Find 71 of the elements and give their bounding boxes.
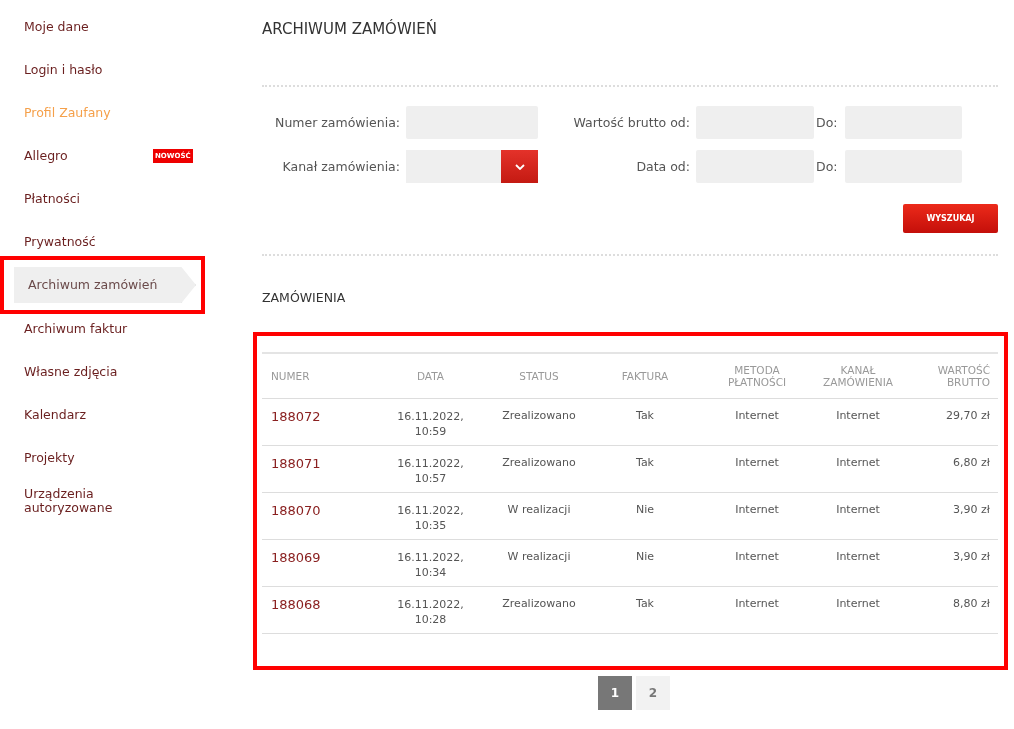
sidebar-item[interactable]: Allegro <box>0 148 154 163</box>
table-cell: 29,70 zł <box>946 409 990 422</box>
table-cell: 3,90 zł <box>953 550 990 563</box>
column-header: NUMER <box>262 353 377 399</box>
date-text: 16.11.2022, <box>396 456 465 471</box>
order-number-link[interactable]: 188072 <box>271 409 321 424</box>
table-cell: Tak <box>636 597 654 610</box>
field-label: Do: <box>815 115 839 130</box>
column-header: METODA PŁATNOŚCI <box>696 353 818 399</box>
sidebar-item[interactable]: Archiwum zamówień <box>14 267 196 303</box>
field-label: Wartość brutto od: <box>572 115 691 130</box>
table-cell: Tak <box>636 456 654 469</box>
order-number-link[interactable]: 188071 <box>271 456 321 471</box>
table-cell: Nie <box>635 503 655 516</box>
sidebar-item[interactable]: Login i hasło <box>0 62 154 77</box>
sidebar-item[interactable]: Płatności <box>0 191 154 206</box>
chevron-down-icon <box>514 163 525 170</box>
time-text: 10:34 <box>413 565 448 580</box>
sidebar-item[interactable]: Projekty <box>0 450 154 465</box>
table-cell: Internet <box>735 503 779 516</box>
time-text: 10:35 <box>413 518 448 533</box>
table-cell: Internet <box>836 550 880 563</box>
sidebar-item[interactable]: Urządzenia autoryzowane <box>0 486 154 515</box>
column-header: DATA <box>377 353 484 399</box>
field-label: Numer zamówienia: <box>274 115 401 130</box>
table-cell: 8,80 zł <box>953 597 990 610</box>
table-cell: 6,80 zł <box>953 456 990 469</box>
table-cell: Internet <box>735 409 779 422</box>
table-cell: Internet <box>735 456 779 469</box>
order-number-link[interactable]: 188070 <box>271 503 321 518</box>
time-text: 10:57 <box>413 471 448 486</box>
date-text: 16.11.2022, <box>396 597 465 612</box>
sidebar-item[interactable]: Kalendarz <box>0 407 154 422</box>
order-number-link[interactable]: 188068 <box>271 597 321 612</box>
dropdown[interactable] <box>406 150 538 183</box>
time-text: 10:28 <box>413 612 448 627</box>
field-label: Kanał zamówienia: <box>281 159 401 174</box>
sidebar-item[interactable]: Moje dane <box>0 19 154 34</box>
page-button[interactable]: 1 <box>598 676 632 710</box>
section-title: ZAMÓWIENIA <box>262 290 347 305</box>
table-cell: 3,90 zł <box>953 503 990 516</box>
column-header: KANAŁ ZAMÓWIENIA <box>818 353 898 399</box>
sidebar-item[interactable]: Prywatność <box>0 234 154 249</box>
table-cell: W realizacji <box>507 550 571 563</box>
table-cell: Nie <box>635 550 655 563</box>
table-cell: Internet <box>836 503 880 516</box>
table-cell: Tak <box>636 409 654 422</box>
table-cell: W realizacji <box>507 503 571 516</box>
field-label: Do: <box>815 159 839 174</box>
table-cell: Internet <box>836 597 880 610</box>
table-cell: Internet <box>836 409 880 422</box>
page-button[interactable]: 2 <box>636 676 670 710</box>
table-cell: Internet <box>735 550 779 563</box>
column-header: STATUS <box>484 353 594 399</box>
search-button[interactable]: WYSZUKAJ <box>903 204 998 233</box>
table-cell: Internet <box>735 597 779 610</box>
page-title: ARCHIWUM ZAMÓWIEŃ <box>262 20 438 40</box>
date-text: 16.11.2022, <box>396 503 465 518</box>
table-cell: Zrealizowano <box>502 597 576 610</box>
date-text: 16.11.2022, <box>396 550 465 565</box>
field-label: Data od: <box>635 159 691 174</box>
table-cell: Zrealizowano <box>502 456 576 469</box>
sidebar-item[interactable]: Archiwum faktur <box>0 321 154 336</box>
date-text: 16.11.2022, <box>396 409 465 424</box>
time-text: 10:59 <box>413 424 448 439</box>
table-cell: Zrealizowano <box>502 409 576 422</box>
order-number-link[interactable]: 188069 <box>271 550 321 565</box>
sidebar-item[interactable]: Własne zdjęcia <box>0 364 154 379</box>
column-header: FAKTURA <box>594 353 696 399</box>
table-cell: Internet <box>836 456 880 469</box>
column-header: WARTOŚĆ BRUTTO <box>898 353 998 399</box>
